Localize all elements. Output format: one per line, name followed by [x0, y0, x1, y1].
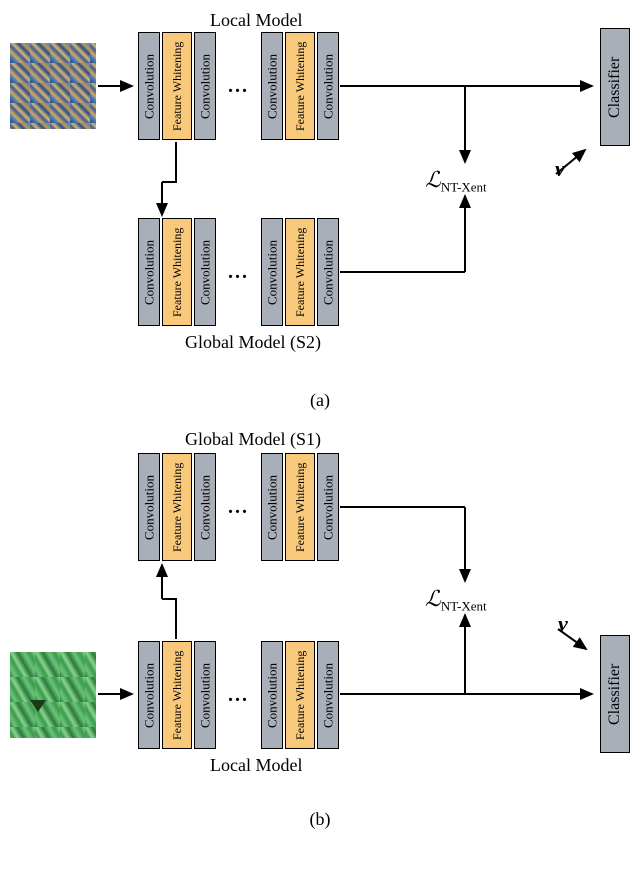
ellipsis: ...	[228, 75, 249, 98]
loss-label-b: ℒNT-Xent	[425, 586, 487, 615]
ellipsis: ...	[228, 261, 249, 284]
classifier-block-b: Classifier	[600, 635, 630, 753]
feature-whitening-block: Feature Whitening	[285, 641, 315, 749]
local-model-title: Local Model	[210, 10, 302, 31]
block-group-b4: Convolution Feature Whitening Convolutio…	[261, 641, 339, 749]
classifier-block: Classifier	[600, 28, 630, 146]
bottom-row: Convolution Feature Whitening Convolutio…	[136, 218, 341, 326]
loss-symbol: ℒ	[425, 586, 441, 611]
global-model-title-b: Global Model (S1)	[185, 429, 321, 450]
conv-block: Convolution	[317, 641, 339, 749]
block-group-4: Convolution Feature Whitening Convolutio…	[261, 218, 339, 326]
conv-block: Convolution	[194, 32, 216, 140]
loss-label: ℒNT-Xent	[425, 167, 487, 196]
conv-block: Convolution	[138, 32, 160, 140]
loss-subscript: NT-Xent	[441, 180, 487, 195]
feature-whitening-block: Feature Whitening	[285, 32, 315, 140]
block-group-3: Convolution Feature Whitening Convolutio…	[138, 218, 216, 326]
block-group-b1: Convolution Feature Whitening Convolutio…	[138, 453, 216, 561]
diagram-b: Global Model (S1) Convolution Feature Wh…	[10, 429, 630, 799]
input-image-blue	[10, 43, 96, 129]
loss-symbol: ℒ	[425, 167, 441, 192]
block-group-b3: Convolution Feature Whitening Convolutio…	[138, 641, 216, 749]
conv-block: Convolution	[261, 641, 283, 749]
conv-block: Convolution	[317, 218, 339, 326]
block-group-b2: Convolution Feature Whitening Convolutio…	[261, 453, 339, 561]
diagram-a: Local Model Convolution Feature Whitenin…	[10, 10, 630, 380]
feature-whitening-block: Feature Whitening	[162, 453, 192, 561]
conv-block: Convolution	[194, 453, 216, 561]
input-image-green	[10, 652, 96, 738]
caption-b: (b)	[10, 809, 630, 830]
feature-whitening-block: Feature Whitening	[285, 453, 315, 561]
ellipsis: ...	[228, 496, 249, 519]
conv-block: Convolution	[317, 32, 339, 140]
conv-block: Convolution	[317, 453, 339, 561]
conv-block: Convolution	[138, 218, 160, 326]
feature-whitening-block: Feature Whitening	[162, 641, 192, 749]
feature-whitening-block: Feature Whitening	[285, 218, 315, 326]
block-group-2: Convolution Feature Whitening Convolutio…	[261, 32, 339, 140]
conv-block: Convolution	[138, 641, 160, 749]
conv-block: Convolution	[261, 32, 283, 140]
bottom-row-b: Convolution Feature Whitening Convolutio…	[10, 641, 341, 749]
conv-block: Convolution	[261, 218, 283, 326]
global-model-title: Global Model (S2)	[185, 332, 321, 353]
top-row-b: Convolution Feature Whitening Convolutio…	[136, 453, 341, 561]
v-label: v	[555, 156, 565, 182]
top-row: Convolution Feature Whitening Convolutio…	[10, 32, 341, 140]
loss-subscript: NT-Xent	[441, 599, 487, 614]
local-model-title-b: Local Model	[210, 755, 302, 776]
conv-block: Convolution	[138, 453, 160, 561]
caption-a: (a)	[10, 390, 630, 411]
block-group-1: Convolution Feature Whitening Convolutio…	[138, 32, 216, 140]
conv-block: Convolution	[194, 218, 216, 326]
ellipsis: ...	[228, 684, 249, 707]
conv-block: Convolution	[194, 641, 216, 749]
v-label-b: v	[558, 611, 568, 637]
conv-block: Convolution	[261, 453, 283, 561]
feature-whitening-block: Feature Whitening	[162, 218, 192, 326]
feature-whitening-block: Feature Whitening	[162, 32, 192, 140]
